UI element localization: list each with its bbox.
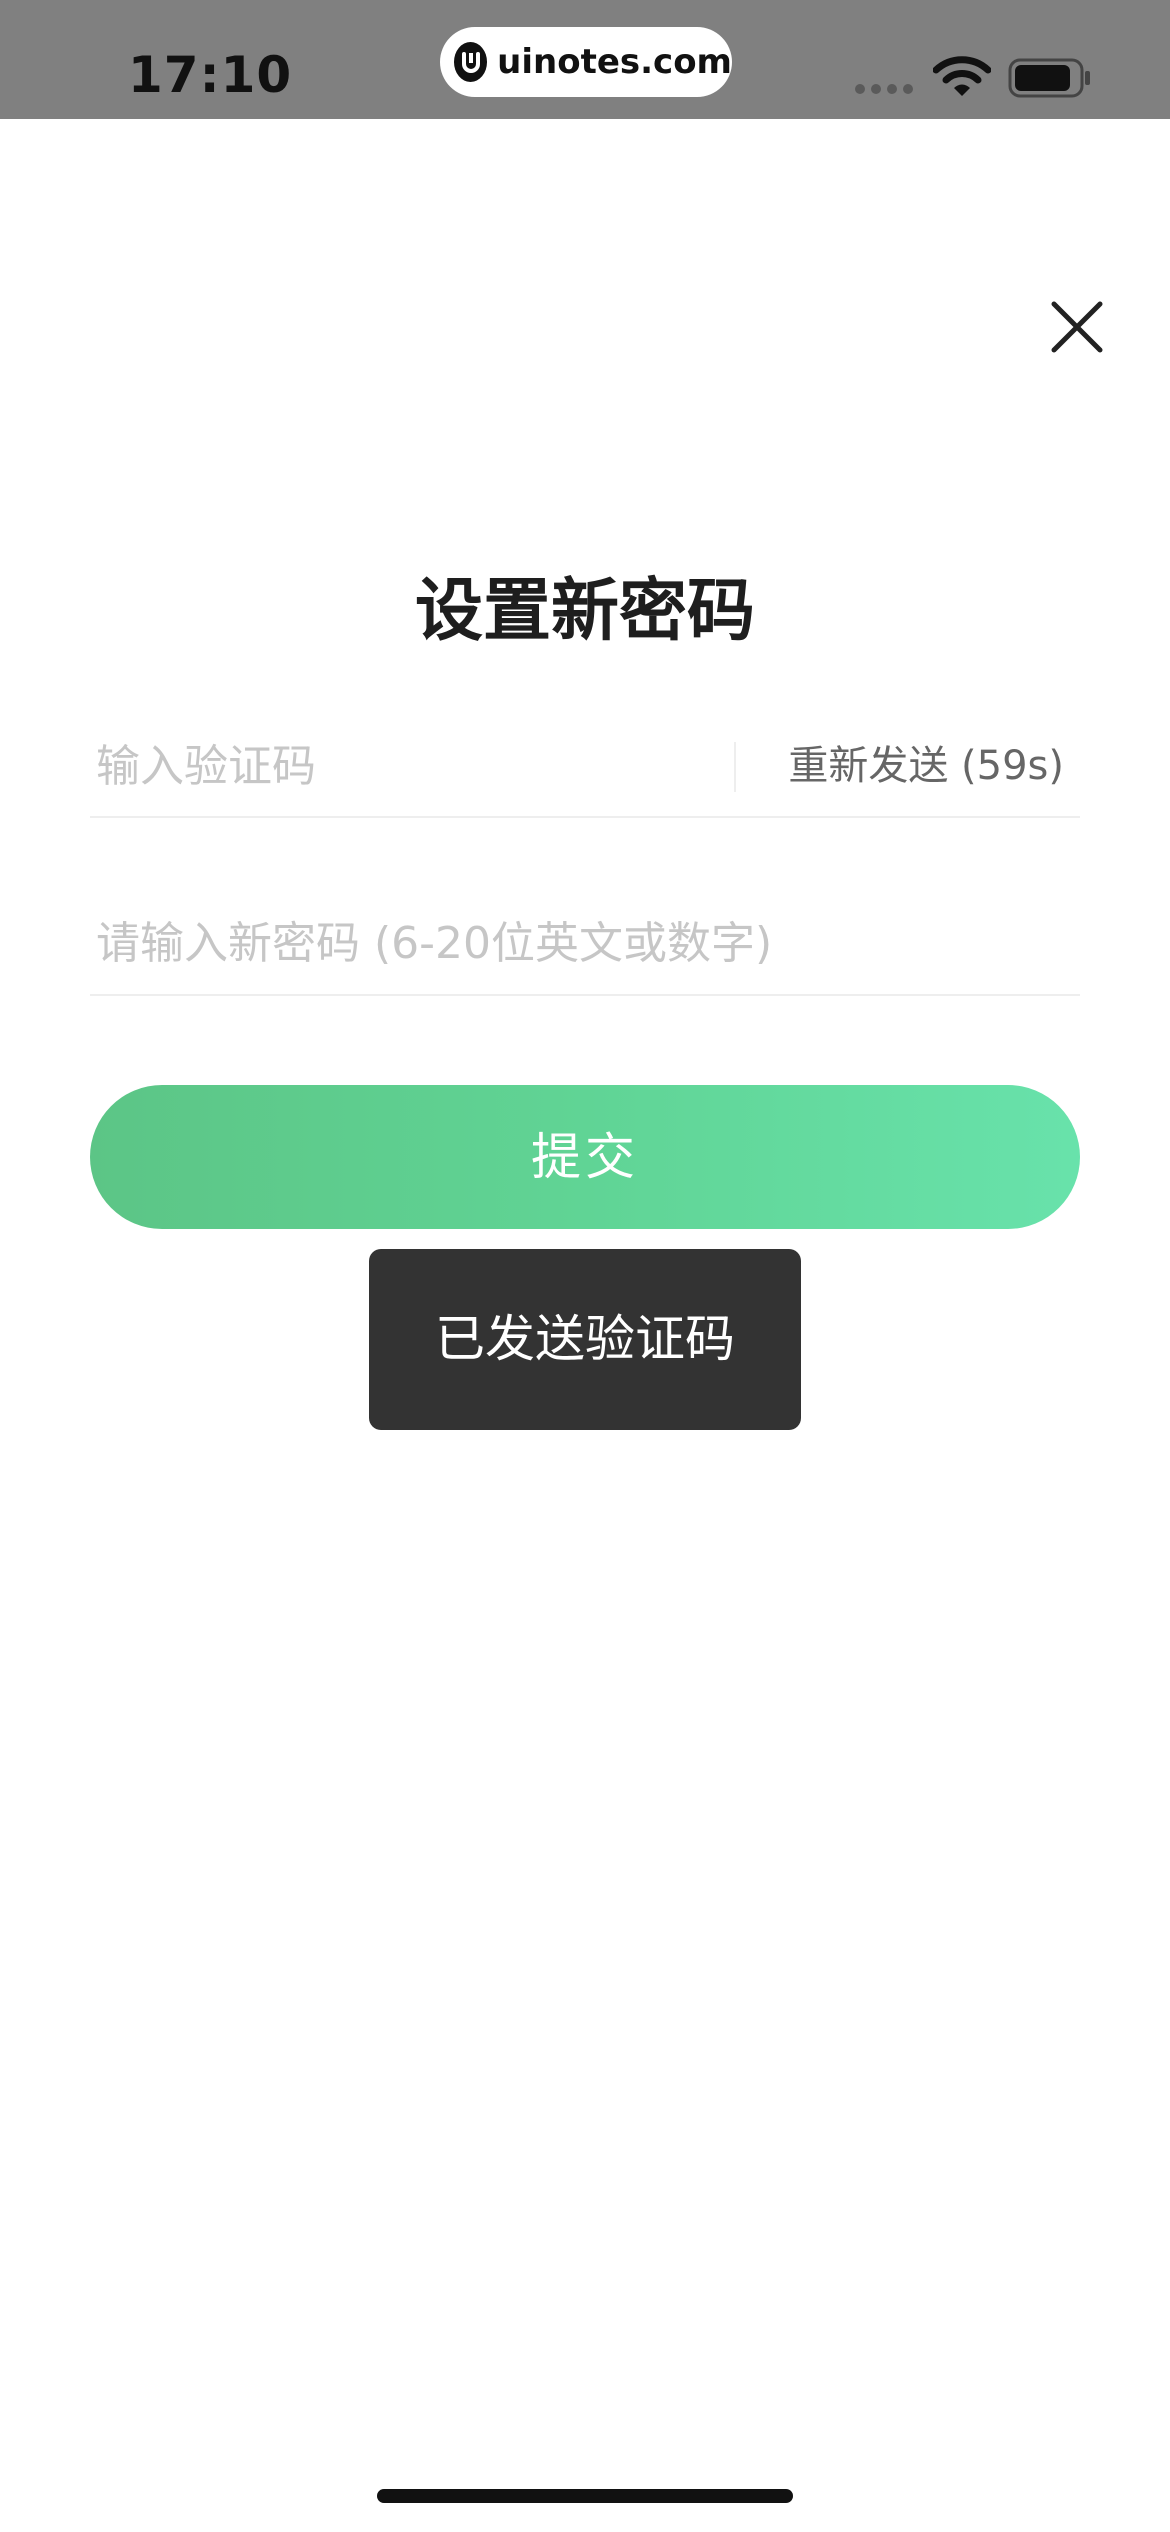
- toast-message: 已发送验证码: [369, 1249, 801, 1430]
- page-title: 设置新密码: [414, 572, 755, 651]
- verification-code-input[interactable]: [96, 720, 716, 812]
- home-indicator: [377, 2489, 793, 2503]
- url-text: uinotes.com: [497, 42, 732, 82]
- new-password-input[interactable]: [96, 896, 1066, 990]
- url-pill[interactable]: uinotes.com: [440, 27, 732, 97]
- field-divider: [734, 742, 736, 792]
- uinotes-logo-icon: [454, 42, 488, 82]
- status-bar: 17:10 uinotes.com: [0, 0, 1170, 119]
- close-icon: [1051, 301, 1103, 353]
- resend-code-button[interactable]: 重新发送 (59s): [788, 720, 1064, 812]
- new-password-row: [90, 896, 1080, 996]
- status-time: 17:10: [128, 46, 293, 104]
- wifi-icon: [933, 56, 991, 96]
- submit-button[interactable]: 提交: [90, 1085, 1080, 1229]
- close-button[interactable]: [1046, 296, 1108, 358]
- verification-code-row: 重新发送 (59s): [90, 720, 1080, 818]
- signal-icon: [855, 84, 913, 94]
- battery-icon: [1008, 58, 1090, 98]
